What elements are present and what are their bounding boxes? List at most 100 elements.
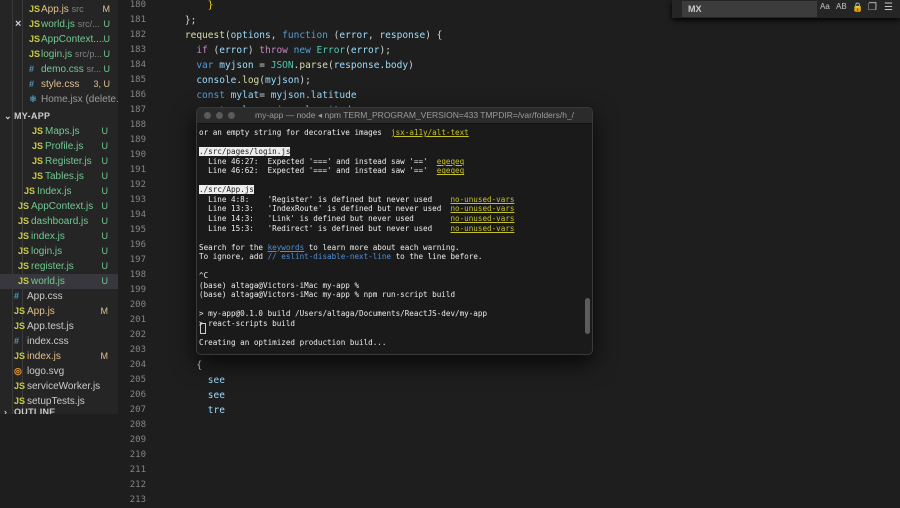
line-number: 209 bbox=[129, 435, 146, 445]
file-tree-item[interactable]: JS App.js M bbox=[0, 304, 118, 319]
chevron-right-icon: › bbox=[4, 407, 8, 414]
file-tree-item[interactable]: JS Maps.js U bbox=[0, 124, 118, 139]
terminal-title-bar[interactable]: my-app — node ◂ npm TERM_PROGRAM_VERSION… bbox=[197, 108, 592, 124]
lock-icon[interactable]: 🔒 bbox=[852, 2, 863, 13]
file-tree-item[interactable]: JS Tables.js U bbox=[0, 169, 118, 184]
file-tree-item[interactable]: JS App.test.js bbox=[0, 319, 118, 334]
open-editor-name: Home.jsx (delete... bbox=[41, 92, 118, 107]
code-token: mylat bbox=[230, 90, 260, 101]
javascript-file-icon: JS bbox=[14, 321, 26, 331]
code-line: if (error) throw new Error(error); bbox=[162, 43, 391, 58]
terminal-output[interactable]: or an empty string for decorative images… bbox=[197, 124, 579, 354]
file-tree-item[interactable]: JS dashboard.js U bbox=[0, 214, 118, 229]
open-editor-name: App.js src bbox=[41, 2, 84, 17]
match-case-option[interactable]: Aa bbox=[820, 2, 830, 11]
section-header-outline[interactable]: › OUTLINE bbox=[0, 405, 118, 414]
file-name: serviceWorker.js bbox=[27, 381, 101, 392]
code-token: , bbox=[270, 30, 283, 41]
code-token: options bbox=[230, 30, 271, 41]
file-tree-item[interactable]: JS register.js U bbox=[0, 259, 118, 274]
terminal-scrollbar[interactable] bbox=[585, 298, 590, 334]
line-number: 192 bbox=[129, 180, 146, 190]
code-line: see bbox=[162, 388, 225, 403]
terminal-text: (base) altaga@Victors-iMac my-app % npm … bbox=[199, 290, 456, 300]
git-status-badge: U bbox=[101, 171, 109, 181]
minimize-window-button[interactable] bbox=[216, 112, 223, 119]
git-status-badge: U bbox=[101, 141, 109, 151]
line-number: 200 bbox=[129, 300, 146, 310]
zoom-window-button[interactable] bbox=[228, 112, 235, 119]
line-number: 204 bbox=[129, 360, 146, 370]
javascript-file-icon: JS bbox=[18, 276, 30, 286]
file-tree-item[interactable]: JS serviceWorker.js bbox=[0, 379, 118, 394]
git-status-badge: U bbox=[101, 216, 109, 226]
find-input[interactable]: MX bbox=[682, 1, 817, 17]
git-status-badge: 3, U bbox=[93, 79, 110, 89]
javascript-file-icon: JS bbox=[29, 49, 41, 59]
git-status-badge: U bbox=[103, 49, 111, 59]
line-number: 211 bbox=[129, 465, 146, 475]
open-editor-item[interactable]: × JS world.js src/... U bbox=[0, 17, 118, 32]
line-number: 206 bbox=[129, 390, 146, 400]
css-file-icon: # bbox=[29, 79, 35, 89]
file-tree-item[interactable]: ◎ logo.svg bbox=[0, 364, 118, 379]
file-tree-item[interactable]: JS index.js U bbox=[0, 229, 118, 244]
file-tree-item[interactable]: JS login.js U bbox=[0, 244, 118, 259]
file-tree-item[interactable]: JS Profile.js U bbox=[0, 139, 118, 154]
javascript-file-icon: JS bbox=[32, 156, 44, 166]
file-tree-item[interactable]: # App.css bbox=[0, 289, 118, 304]
git-status-badge: U bbox=[101, 231, 109, 241]
code-token: = bbox=[259, 90, 271, 101]
list-icon[interactable]: ☰ bbox=[884, 2, 893, 13]
code-token: ); bbox=[299, 75, 311, 86]
section-header-my-app[interactable]: ⌄ MY-APP bbox=[0, 109, 118, 123]
line-number: 198 bbox=[129, 270, 146, 280]
code-token: JSON bbox=[270, 60, 294, 71]
file-name: AppContext.js bbox=[31, 201, 94, 212]
code-token: ); bbox=[379, 45, 391, 56]
code-token: error bbox=[339, 30, 368, 41]
file-name: App.test.js bbox=[27, 321, 74, 332]
terminal-window[interactable]: my-app — node ◂ npm TERM_PROGRAM_VERSION… bbox=[196, 107, 593, 355]
file-tree-item[interactable]: JS Index.js U bbox=[0, 184, 118, 199]
git-status-badge: U bbox=[101, 201, 109, 211]
file-path: src bbox=[71, 4, 84, 14]
line-number: 181 bbox=[129, 15, 146, 25]
file-tree-item[interactable]: # index.css bbox=[0, 334, 118, 349]
git-status-badge: U bbox=[103, 64, 111, 74]
file-tree-item[interactable]: JS AppContext.js U bbox=[0, 199, 118, 214]
open-editor-item[interactable]: # demo.css sr... U bbox=[0, 62, 118, 77]
code-token: ) { bbox=[425, 30, 443, 41]
file-name: App.js bbox=[41, 4, 69, 15]
line-number: 184 bbox=[129, 60, 146, 70]
open-editor-item[interactable]: JS AppContext.... U bbox=[0, 32, 118, 47]
close-icon[interactable]: × bbox=[15, 17, 21, 32]
file-name: Register.js bbox=[45, 156, 92, 167]
line-number: 185 bbox=[129, 75, 146, 85]
open-editor-item[interactable]: ⚛ Home.jsx (delete... bbox=[0, 92, 118, 107]
line-number: 201 bbox=[129, 315, 146, 325]
open-editor-item[interactable]: # style.css 3, U bbox=[0, 77, 118, 92]
terminal-line: Line 46:62: Expected '===' and instead s… bbox=[199, 165, 464, 176]
chevron-down-icon: ⌄ bbox=[4, 111, 12, 121]
code-token: see bbox=[207, 375, 225, 386]
open-editor-item[interactable]: JS App.js src M bbox=[0, 2, 118, 17]
close-window-button[interactable] bbox=[204, 112, 211, 119]
file-tree-item[interactable]: JS world.js U bbox=[0, 274, 118, 289]
file-tree-item[interactable]: JS index.js M bbox=[0, 349, 118, 364]
javascript-file-icon: JS bbox=[32, 171, 44, 181]
javascript-file-icon: JS bbox=[24, 186, 36, 196]
file-tree-item[interactable]: JS Register.js U bbox=[0, 154, 118, 169]
code-token: request bbox=[184, 30, 225, 41]
copy-icon[interactable]: ❐ bbox=[868, 2, 877, 13]
whole-word-option[interactable]: AB bbox=[836, 2, 847, 11]
open-editor-item[interactable]: JS login.js src/p... U bbox=[0, 47, 118, 62]
code-token: }; bbox=[162, 15, 197, 26]
line-number: 180 bbox=[129, 0, 146, 10]
